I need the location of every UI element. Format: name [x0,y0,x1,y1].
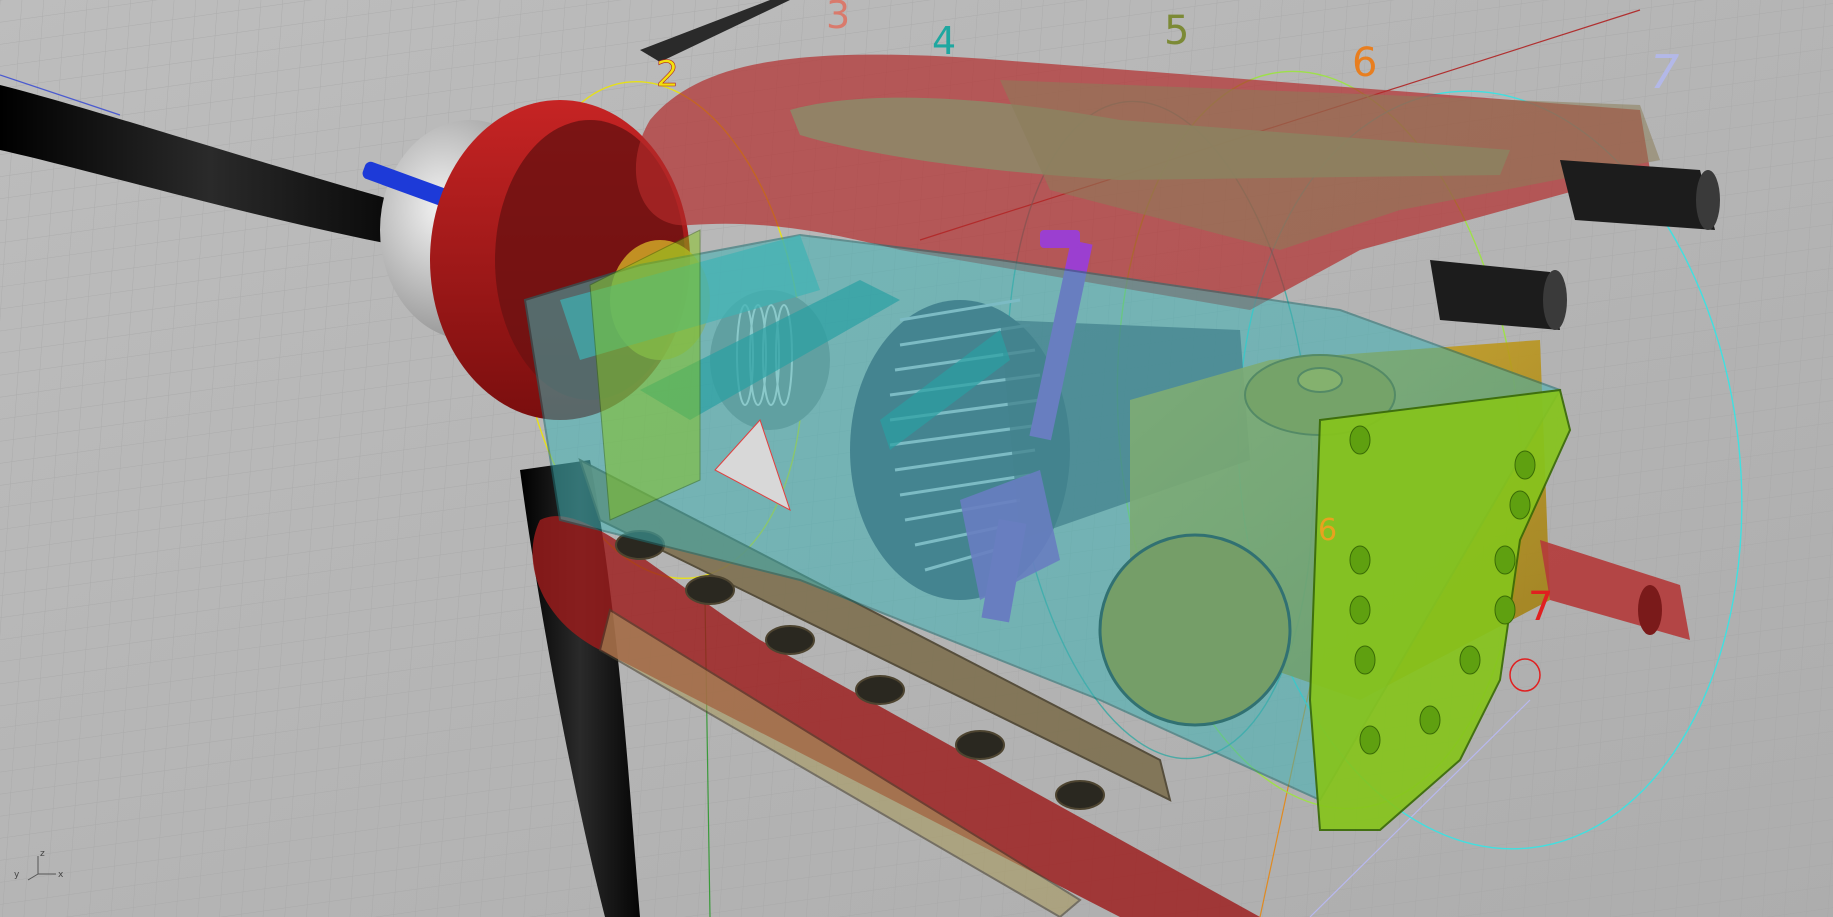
axis-label-z: z [40,849,45,859]
axis-label-x: x [58,870,64,880]
section-label-6: 6 [1352,40,1377,86]
axis-label-y: y [14,870,20,880]
model-scene[interactable]: 2 3 4 5 6 7 7 6 [0,0,1833,917]
section-label-7: 7 [1650,45,1679,99]
section-label-5: 5 [1164,8,1189,54]
section-label-7-red: 7 [1528,584,1553,630]
section-label-3: 3 [826,0,850,37]
section-label-6-tank: 6 [1318,513,1337,548]
3d-viewport[interactable]: 2 3 4 5 6 7 7 6 z x y [0,0,1833,917]
axis-orientation-widget: z x y [14,849,64,881]
section-label-4: 4 [932,19,956,63]
section-label-2: 2 [656,54,679,95]
